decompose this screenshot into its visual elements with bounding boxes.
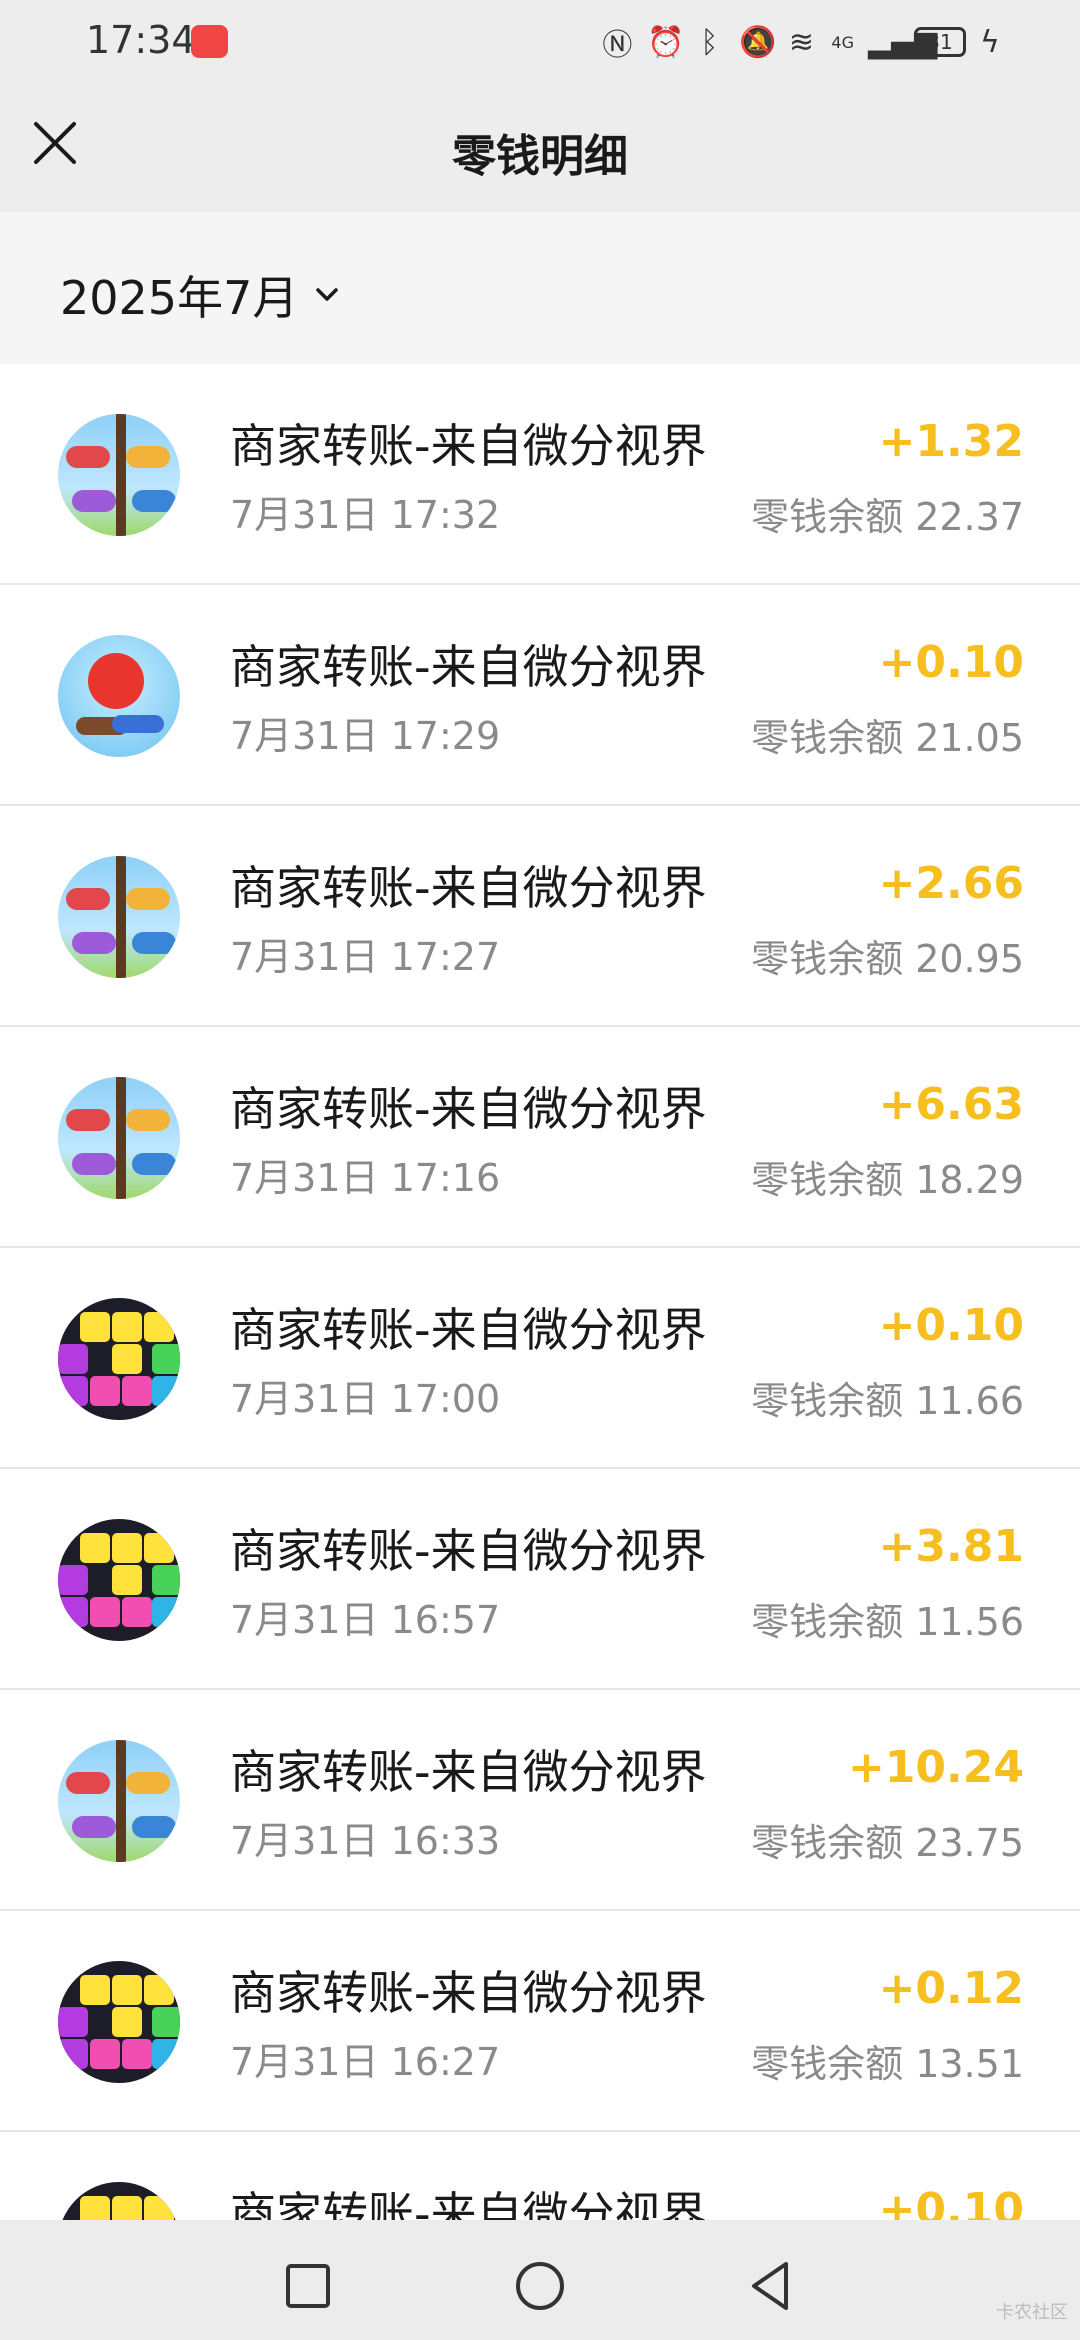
transaction-time: 7月31日 17:16 — [230, 1156, 501, 1200]
transaction-amount: +0.10 — [878, 2184, 1024, 2220]
back-icon[interactable] — [742, 2256, 802, 2316]
block-puzzle-game-icon — [58, 1298, 180, 1420]
block-puzzle-game-icon — [58, 1519, 180, 1641]
transaction-amount: +1.32 — [878, 416, 1024, 467]
month-filter-bar: 2025年7月 — [0, 212, 1080, 364]
bird-sort-game-icon — [58, 1077, 180, 1199]
transaction-time: 7月31日 17:27 — [230, 935, 501, 979]
network-type: 4G — [831, 32, 854, 52]
month-selector[interactable]: 2025年7月 — [60, 262, 342, 328]
parrot-game-icon — [58, 635, 180, 757]
transaction-amount: +2.66 — [878, 858, 1024, 909]
month-label: 2025年7月 — [60, 271, 299, 325]
transaction-amount: +6.63 — [878, 1079, 1024, 1130]
transaction-time: 7月31日 16:33 — [230, 1819, 501, 1863]
status-icons: Ⓝ ⏰ ᛒ 🔕 ≋ 4G ▂▄▆ 31 ϟ — [601, 20, 1000, 64]
transaction-amount: +0.10 — [878, 637, 1024, 688]
transaction-balance: 零钱余额 13.51 — [751, 2042, 1024, 2086]
transaction-balance: 零钱余额 22.37 — [751, 495, 1024, 539]
battery-icon: 31 — [914, 27, 966, 57]
transaction-time: 7月31日 17:00 — [230, 1377, 501, 1421]
transaction-title: 商家转账-来自微分视界 — [230, 1303, 707, 1357]
transaction-balance: 零钱余额 21.05 — [751, 716, 1024, 760]
transaction-row[interactable]: 商家转账-来自微分视界 7月31日 16:57 +3.81 零钱余额 11.56 — [0, 1469, 1080, 1690]
chevron-down-icon — [316, 288, 339, 301]
transaction-title: 商家转账-来自微分视界 — [230, 1082, 707, 1136]
bluetooth-icon: ᛒ — [700, 24, 719, 60]
transaction-title: 商家转账-来自微分视界 — [230, 640, 707, 694]
transaction-time: 7月31日 17:29 — [230, 714, 501, 758]
transaction-title: 商家转账-来自微分视界 — [230, 1966, 707, 2020]
charging-icon: ϟ — [980, 24, 1000, 60]
transaction-title: 商家转账-来自微分视界 — [230, 861, 707, 915]
alarm-icon: ⏰ — [647, 24, 685, 60]
transaction-time: 7月31日 16:27 — [230, 2040, 501, 2084]
transaction-row[interactable]: 商家转账-来自微分视界 +0.10 — [0, 2132, 1080, 2220]
bird-sort-game-icon — [58, 414, 180, 536]
bird-sort-game-icon — [58, 856, 180, 978]
app-notification-icon — [191, 25, 228, 58]
transaction-balance: 零钱余额 11.56 — [751, 1600, 1024, 1644]
transaction-row[interactable]: 商家转账-来自微分视界 7月31日 16:33 +10.24 零钱余额 23.7… — [0, 1690, 1080, 1911]
transaction-amount: +3.81 — [878, 1521, 1024, 1572]
transaction-row[interactable]: 商家转账-来自微分视界 7月31日 17:00 +0.10 零钱余额 11.66 — [0, 1248, 1080, 1469]
watermark: 卡农社区 — [996, 2302, 1068, 2323]
page-title: 零钱明细 — [452, 131, 628, 182]
transaction-row[interactable]: 商家转账-来自微分视界 7月31日 16:27 +0.12 零钱余额 13.51 — [0, 1911, 1080, 2132]
transaction-balance: 零钱余额 11.66 — [751, 1379, 1024, 1423]
block-puzzle-game-icon — [58, 1961, 180, 2083]
transaction-title: 商家转账-来自微分视界 — [230, 419, 707, 473]
transaction-row[interactable]: 商家转账-来自微分视界 7月31日 17:27 +2.66 零钱余额 20.95 — [0, 806, 1080, 1027]
transaction-balance: 零钱余额 23.75 — [751, 1821, 1024, 1865]
block-puzzle-game-icon — [58, 2182, 180, 2220]
home-icon[interactable] — [510, 2256, 570, 2316]
transaction-row[interactable]: 商家转账-来自微分视界 7月31日 17:29 +0.10 零钱余额 21.05 — [0, 585, 1080, 806]
transaction-balance: 零钱余额 18.29 — [751, 1158, 1024, 1202]
transaction-row[interactable]: 商家转账-来自微分视界 7月31日 17:16 +6.63 零钱余额 18.29 — [0, 1027, 1080, 1248]
bird-sort-game-icon — [58, 1740, 180, 1862]
system-nav-bar: 卡农社区 — [0, 2220, 1080, 2340]
transaction-time: 7月31日 16:57 — [230, 1598, 501, 1642]
signal-icon: ▂▄▆ — [868, 24, 938, 60]
transaction-row[interactable]: 商家转账-来自微分视界 7月31日 17:32 +1.32 零钱余额 22.37 — [0, 364, 1080, 585]
wifi-icon: ≋ — [788, 24, 814, 60]
nfc-icon: Ⓝ — [602, 28, 633, 63]
status-bar: 17:34 Ⓝ ⏰ ᛒ 🔕 ≋ 4G ▂▄▆ 31 ϟ — [0, 0, 1080, 82]
transaction-amount: +0.10 — [878, 1300, 1024, 1351]
title-bar: 零钱明细 — [0, 82, 1080, 212]
transaction-title: 商家转账-来自微分视界 — [230, 1524, 707, 1578]
transaction-title: 商家转账-来自微分视界 — [230, 2187, 707, 2220]
transaction-amount: +0.12 — [878, 1963, 1024, 2014]
transaction-title: 商家转账-来自微分视界 — [230, 1745, 707, 1799]
transaction-time: 7月31日 17:32 — [230, 493, 501, 537]
transaction-balance: 零钱余额 20.95 — [751, 937, 1024, 981]
status-time: 17:34 — [86, 18, 196, 62]
recent-apps-icon[interactable] — [278, 2256, 338, 2316]
transaction-list: 商家转账-来自微分视界 7月31日 17:32 +1.32 零钱余额 22.37… — [0, 364, 1080, 2220]
mute-icon: 🔕 — [739, 24, 777, 60]
transaction-amount: +10.24 — [847, 1742, 1024, 1793]
